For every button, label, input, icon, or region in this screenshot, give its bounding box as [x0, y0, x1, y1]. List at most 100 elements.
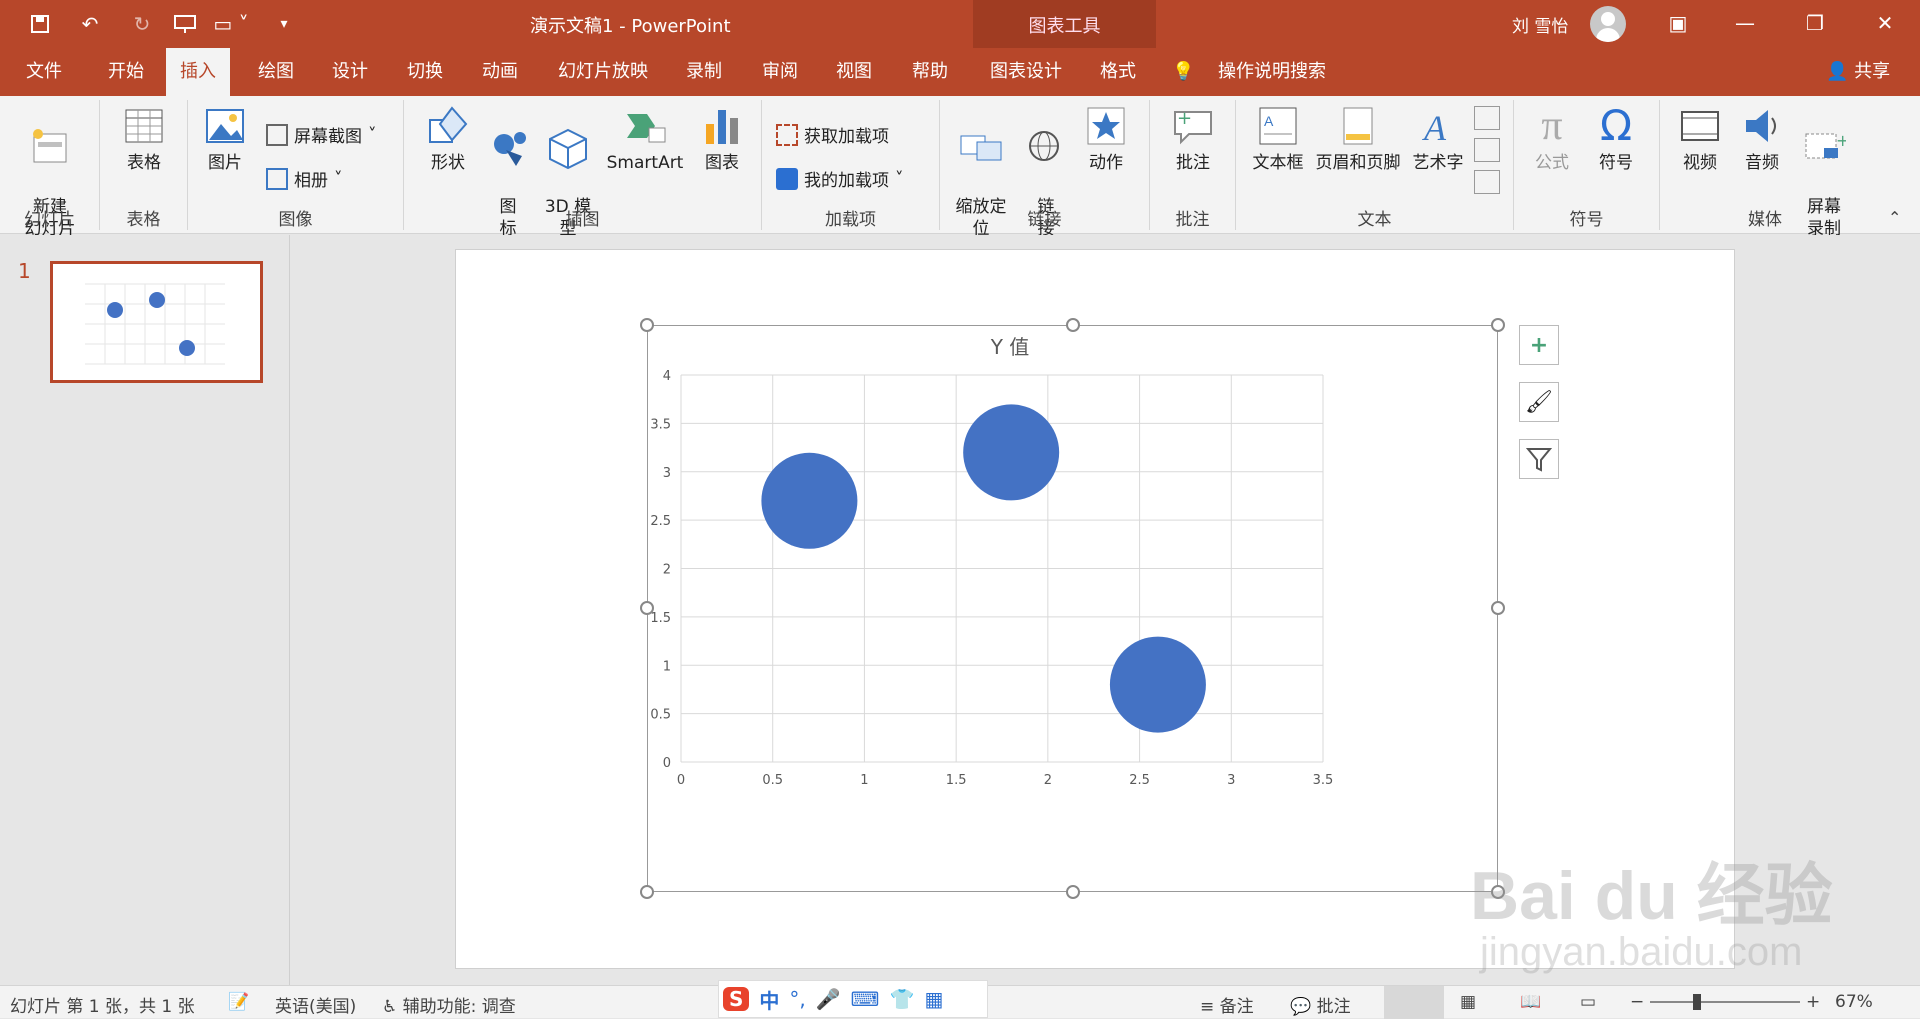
equation-button[interactable]: π 公式 — [1522, 104, 1582, 174]
video-button[interactable]: 视频 — [1670, 104, 1730, 174]
x-tick-label: 3.5 — [1313, 773, 1334, 788]
comments-button[interactable]: 💬 批注 — [1290, 992, 1351, 1017]
action-button[interactable]: 动作 — [1076, 104, 1136, 174]
data-point-bubble — [963, 404, 1060, 501]
resize-handle-right[interactable] — [1491, 601, 1505, 615]
group-label-symbols: 符号 — [1569, 210, 1604, 230]
present-icon[interactable] — [170, 10, 200, 38]
picture-button[interactable]: 图片 — [200, 104, 250, 174]
tab-format[interactable]: 格式 — [1086, 48, 1150, 96]
tab-animations[interactable]: 动画 — [468, 48, 532, 96]
zoom-slider-thumb[interactable] — [1693, 994, 1701, 1010]
spellcheck-icon[interactable]: 📝 — [228, 992, 249, 1012]
group-label-comments: 批注 — [1175, 210, 1210, 230]
chart-object[interactable]: Y 值 0 0.5 1 1.5 2 2.5 3 3.5 4 0 0.5 1 1.5 2 2.5 3 3.5 — [647, 325, 1498, 892]
audio-button[interactable]: 音频 — [1732, 104, 1792, 174]
comment-button[interactable]: + 批注 — [1160, 104, 1226, 174]
zoom-slider[interactable] — [1650, 1001, 1800, 1003]
screenshot-button[interactable]: 屏幕截图 ˅ — [266, 122, 377, 147]
accessibility-status[interactable]: ♿ 辅助功能: 调查 — [382, 992, 516, 1017]
data-point-bubble — [1109, 636, 1206, 733]
avatar[interactable] — [1590, 6, 1626, 42]
cube-icon — [546, 126, 590, 170]
x-tick-label: 0.5 — [762, 773, 783, 788]
wordart-button[interactable]: A 艺术字 — [1408, 104, 1468, 174]
tab-chart-design[interactable]: 图表设计 — [976, 48, 1076, 96]
album-icon — [266, 167, 288, 190]
group-images: 图片 屏幕截图 ˅ 相册 ˅ 图像 — [188, 100, 404, 230]
tab-view[interactable]: 视图 — [822, 48, 886, 96]
resize-handle-bottom[interactable] — [1066, 885, 1080, 899]
tab-design[interactable]: 设计 — [318, 48, 382, 96]
header-footer-button[interactable]: 页眉和页脚 — [1312, 104, 1404, 174]
textbox-button[interactable]: A 文本框 — [1248, 104, 1308, 174]
zoom-level[interactable]: 67% — [1835, 992, 1873, 1012]
language-status[interactable]: 英语(美国) — [275, 992, 356, 1017]
tab-file[interactable]: 文件 — [12, 48, 76, 96]
resize-handle-bl[interactable] — [640, 885, 654, 899]
notes-button[interactable]: ≡ 备注 — [1200, 992, 1254, 1017]
get-addins-button[interactable]: 获取加载项 — [776, 122, 889, 147]
minimize-button[interactable]: — — [1715, 0, 1775, 46]
bar-chart-icon — [700, 104, 744, 148]
slide-number-icon[interactable] — [1474, 138, 1500, 162]
zoom-in-button[interactable]: + — [1806, 992, 1820, 1012]
shapes-button[interactable]: 形状 — [418, 104, 478, 174]
toolbox-icon[interactable]: ▦ — [924, 987, 943, 1011]
redo-icon[interactable]: ↻ — [128, 10, 156, 38]
normal-view-button[interactable] — [1384, 986, 1444, 1019]
symbol-button[interactable]: Ω 符号 — [1586, 104, 1646, 174]
tab-insert[interactable]: 插入 — [166, 48, 230, 96]
microphone-icon[interactable]: 🎤 — [816, 987, 841, 1011]
chart-label: 图表 — [705, 153, 739, 173]
object-icon[interactable] — [1474, 170, 1500, 194]
share-icon: 👤 — [1826, 61, 1849, 82]
close-button[interactable]: ✕ — [1855, 0, 1915, 46]
omega-icon: Ω — [1599, 101, 1633, 150]
slide-thumbnail[interactable] — [50, 261, 263, 383]
ribbon-display-icon[interactable]: ▣ — [1648, 0, 1708, 46]
chart-styles-button[interactable]: 🖌 — [1519, 382, 1559, 422]
y-tick-label: 2 — [663, 563, 671, 578]
shapes-icon — [426, 104, 470, 148]
chart-filters-button[interactable] — [1519, 439, 1559, 479]
tab-slideshow[interactable]: 幻灯片放映 — [544, 48, 662, 96]
paintbrush-icon: 🖌 — [1525, 389, 1553, 415]
slide-sorter-icon[interactable]: ▦ — [1460, 992, 1476, 1012]
user-name[interactable]: 刘 雪怡 — [1512, 12, 1568, 37]
keyboard-icon[interactable]: ⌨ — [851, 987, 880, 1011]
date-time-icon[interactable] — [1474, 106, 1500, 130]
tab-help[interactable]: 帮助 — [898, 48, 962, 96]
punctuation-icon[interactable]: °, — [789, 987, 805, 1011]
group-label-links: 链接 — [1027, 210, 1062, 230]
undo-icon[interactable]: ↶ — [70, 10, 110, 38]
tab-draw[interactable]: 绘图 — [244, 48, 308, 96]
maximize-button[interactable]: ❐ — [1785, 0, 1845, 46]
album-button[interactable]: 相册 ˅ — [266, 166, 343, 191]
slideshow-icon[interactable]: ▭ — [1580, 992, 1596, 1012]
customize-qat-icon[interactable]: ▾ — [274, 10, 294, 38]
resize-handle-tl[interactable] — [640, 318, 654, 332]
tab-review[interactable]: 审阅 — [748, 48, 812, 96]
tab-transitions[interactable]: 切换 — [393, 48, 457, 96]
table-button[interactable]: 表格 — [108, 104, 180, 174]
tell-me-search[interactable]: 操作说明搜索 — [1204, 48, 1340, 96]
zoom-out-button[interactable]: − — [1630, 992, 1644, 1012]
skin-icon[interactable]: 👕 — [890, 987, 915, 1011]
tab-record[interactable]: 录制 — [672, 48, 736, 96]
smartart-button[interactable]: SmartArt — [602, 104, 688, 174]
ime-mode[interactable]: 中 — [759, 985, 779, 1014]
my-addins-button[interactable]: 我的加载项 ˅ — [776, 166, 904, 191]
resize-handle-top[interactable] — [1066, 318, 1080, 332]
save-icon[interactable] — [26, 10, 54, 38]
resize-handle-left[interactable] — [640, 601, 654, 615]
action-label: 动作 — [1089, 153, 1123, 173]
share-button[interactable]: 👤 共享 — [1812, 48, 1904, 96]
collapse-ribbon-icon[interactable]: ⌃ — [1888, 208, 1901, 227]
layout-icon[interactable]: ▭ ˅ — [208, 10, 254, 38]
chart-elements-button[interactable]: + — [1519, 325, 1559, 365]
resize-handle-tr[interactable] — [1491, 318, 1505, 332]
reading-view-icon[interactable]: 📖 — [1520, 992, 1541, 1012]
tab-home[interactable]: 开始 — [94, 48, 158, 96]
chart-button[interactable]: 图表 — [694, 104, 750, 174]
